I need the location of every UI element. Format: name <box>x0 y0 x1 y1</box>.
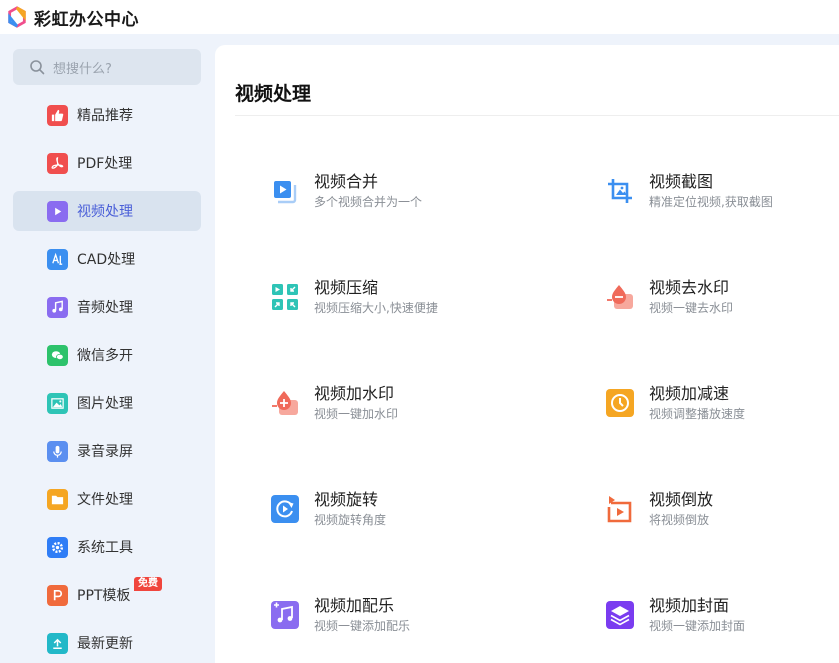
tool-desc: 将视频倒放 <box>649 513 710 527</box>
tool-name: 视频倒放 <box>649 490 714 509</box>
sidebar-item-label: 文件处理 <box>77 492 133 508</box>
tool-add-watermark[interactable]: 视频加水印 视频一键加水印 <box>270 384 550 434</box>
main-panel: 视频处理 视频合并 多个视频合并为一个 视频截图 精准定位视频,获取截图 视频压… <box>215 45 839 663</box>
tool-remove-watermark[interactable]: 视频去水印 视频一键去水印 <box>605 278 839 328</box>
sidebar-item-pdf[interactable]: PDF处理 <box>13 143 201 183</box>
add-music-icon <box>270 600 300 630</box>
search-input[interactable]: 想搜什么? <box>13 49 201 85</box>
tool-name: 视频去水印 <box>649 278 730 297</box>
app-title: 彩虹办公中心 <box>34 9 139 30</box>
sidebar-item-file[interactable]: 文件处理 <box>13 479 201 519</box>
rainbow-logo-icon <box>8 6 26 28</box>
music-note-icon <box>47 296 68 318</box>
tool-name: 视频合并 <box>314 172 379 191</box>
sidebar-item-ppt[interactable]: PPT模板 免费 <box>13 575 201 615</box>
ppt-icon <box>47 584 68 606</box>
cad-icon <box>47 248 68 270</box>
tool-video-screenshot[interactable]: 视频截图 精准定位视频,获取截图 <box>605 172 839 222</box>
video-merge-icon <box>270 176 300 206</box>
tool-desc: 多个视频合并为一个 <box>314 195 423 209</box>
tool-name: 视频加水印 <box>314 384 395 403</box>
sidebar-item-label: PDF处理 <box>77 156 133 172</box>
tool-desc: 视频压缩大小,快速便捷 <box>314 301 438 315</box>
sidebar-item-wechat[interactable]: 微信多开 <box>13 335 201 375</box>
tool-name: 视频加封面 <box>649 596 730 615</box>
tool-video-merge[interactable]: 视频合并 多个视频合并为一个 <box>270 172 550 222</box>
pdf-icon <box>47 152 68 174</box>
sidebar-item-label: CAD处理 <box>77 252 136 268</box>
tool-video-speed[interactable]: 视频加减速 视频调整播放速度 <box>605 384 839 434</box>
sidebar-item-label: 图片处理 <box>77 396 133 412</box>
sidebar-item-label: 音频处理 <box>77 300 133 316</box>
tool-name: 视频加配乐 <box>314 596 395 615</box>
sidebar-item-label: PPT模板 <box>77 588 131 604</box>
sidebar-item-label: 微信多开 <box>77 348 133 364</box>
tool-desc: 视频一键添加配乐 <box>314 619 411 633</box>
rotate-icon <box>270 494 300 524</box>
sidebar-item-image[interactable]: 图片处理 <box>13 383 201 423</box>
tool-name: 视频加减速 <box>649 384 730 403</box>
sidebar-item-label: 最新更新 <box>77 636 133 652</box>
tool-add-cover[interactable]: 视频加封面 视频一键添加封面 <box>605 596 839 646</box>
add-cover-icon <box>605 600 635 630</box>
tool-name: 视频截图 <box>649 172 714 191</box>
crop-icon <box>605 176 635 206</box>
tool-add-music[interactable]: 视频加配乐 视频一键添加配乐 <box>270 596 550 646</box>
tool-video-reverse[interactable]: 视频倒放 将视频倒放 <box>605 490 839 540</box>
tool-desc: 精准定位视频,获取截图 <box>649 195 773 209</box>
wechat-icon <box>47 344 68 366</box>
tool-video-rotate[interactable]: 视频旋转 视频旋转角度 <box>270 490 550 540</box>
compress-icon <box>270 282 300 312</box>
image-icon <box>47 392 68 414</box>
search-placeholder: 想搜什么? <box>53 61 112 77</box>
divider <box>235 115 839 116</box>
microphone-icon <box>47 440 68 462</box>
sidebar-item-label: 精品推荐 <box>77 108 133 124</box>
tool-name: 视频旋转 <box>314 490 379 509</box>
search-icon <box>30 60 45 75</box>
speed-icon <box>605 388 635 418</box>
sidebar-item-recording[interactable]: 录音录屏 <box>13 431 201 471</box>
tool-desc: 视频一键加水印 <box>314 407 399 421</box>
tool-desc: 视频一键去水印 <box>649 301 734 315</box>
sidebar: 想搜什么? 精品推荐 PDF处理 视频处理 CAD处理 音频处理 微信多开 图片… <box>0 34 215 663</box>
folder-icon <box>47 488 68 510</box>
tool-desc: 视频一键添加封面 <box>649 619 746 633</box>
sidebar-item-audio[interactable]: 音频处理 <box>13 287 201 327</box>
title-bar: 彩虹办公中心 <box>0 0 839 34</box>
sidebar-item-system[interactable]: 系统工具 <box>13 527 201 567</box>
thumbs-up-icon <box>47 104 68 126</box>
add-watermark-icon <box>270 388 300 418</box>
remove-watermark-icon <box>605 282 635 312</box>
sidebar-item-video[interactable]: 视频处理 <box>13 191 201 231</box>
gear-icon <box>47 536 68 558</box>
tool-video-compress[interactable]: 视频压缩 视频压缩大小,快速便捷 <box>270 278 550 328</box>
tool-name: 视频压缩 <box>314 278 379 297</box>
free-badge: 免费 <box>134 577 162 591</box>
tool-desc: 视频调整播放速度 <box>649 407 746 421</box>
sidebar-item-label: 录音录屏 <box>77 444 133 460</box>
sidebar-item-label: 视频处理 <box>77 204 133 220</box>
sidebar-item-label: 系统工具 <box>77 540 133 556</box>
upload-arrow-icon <box>47 632 68 654</box>
page-title: 视频处理 <box>235 83 312 105</box>
sidebar-item-recommended[interactable]: 精品推荐 <box>13 95 201 135</box>
video-play-icon <box>47 200 68 222</box>
sidebar-item-updates[interactable]: 最新更新 <box>13 623 201 663</box>
tool-desc: 视频旋转角度 <box>314 513 387 527</box>
reverse-icon <box>605 494 635 524</box>
sidebar-item-cad[interactable]: CAD处理 <box>13 239 201 279</box>
